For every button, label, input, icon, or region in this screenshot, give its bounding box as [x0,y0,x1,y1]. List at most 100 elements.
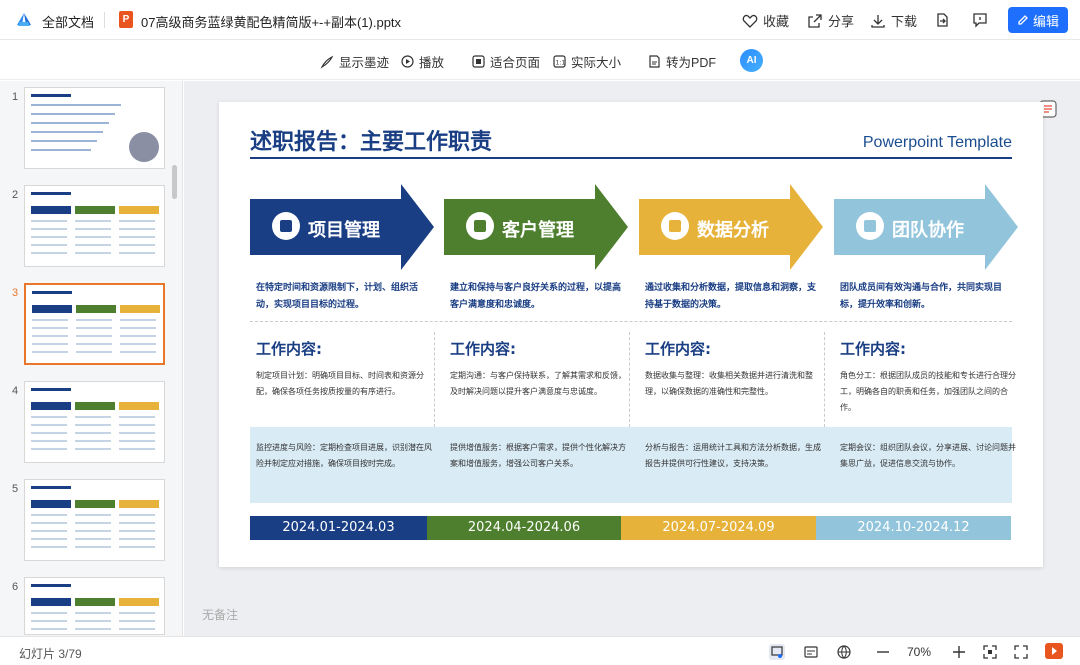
slide-thumbnail[interactable] [24,87,165,169]
work-content-text: 定期沟通：与客户保持联系，了解其需求和反馈，及时解决问题以提升客户满意度与忠诚度… [450,371,626,396]
fit-page-button[interactable]: 适合页面 [472,52,540,71]
work-content-title: 工作内容: [256,340,322,358]
column-title: 团队协作 [892,220,964,241]
cloud-icon[interactable] [14,11,34,29]
fit-window-icon[interactable] [982,644,998,660]
to-pdf-button[interactable]: 转为PDF [648,52,716,71]
share-button[interactable]: 分享 [807,11,854,30]
column-description: 在特定时间和资源限制下，计划、组织活动，实现项目目标的过程。 [256,283,419,310]
column-title: 客户管理 [502,220,574,241]
work-content-text: 角色分工：根据团队成员的技能和专长进行合理分工，明确各自的职责和任务，加强团队之… [840,371,1016,412]
date-bar: 2024.10-2024.12 [816,516,1011,540]
thumbnail-number: 1 [12,91,19,103]
fit-page-label: 适合页面 [490,56,541,70]
download-button[interactable]: 下载 [870,11,917,30]
slide-thumbnail[interactable] [24,479,165,561]
play-icon [401,55,414,68]
column-divider [824,332,825,427]
sidebar-scrollbar[interactable] [172,165,177,199]
toolbar: 显示墨迹 播放 适合页面 1:1 实际大小 转为PDF [0,40,1080,80]
calendar-icon [272,212,300,240]
play-button[interactable]: 播放 [401,52,444,71]
share-label: 分享 [828,14,855,29]
web-view-icon[interactable] [836,644,852,660]
thumbnail-number: 3 [12,287,19,299]
thumbnail-number: 4 [12,385,19,397]
fit-page-icon [472,55,485,68]
column-description: 建立和保持与客户良好关系的过程，以提高客户满意度和忠诚度。 [450,283,622,310]
fullscreen-icon[interactable] [1013,644,1029,660]
work-content-text: 数据收集与整理：收集相关数据并进行清洗和整理，以确保数据的准确性和完整性。 [645,371,813,396]
show-ink-button[interactable]: 显示墨迹 [320,52,389,71]
share-icon [808,13,822,28]
date-bar: 2024.01-2024.03 [250,516,427,540]
slide-thumbnail[interactable] [24,577,165,635]
pen-icon [320,55,334,69]
dashed-divider [250,321,1012,322]
team-icon [856,212,884,240]
show-ink-label: 显示墨迹 [339,56,390,70]
zoom-out-icon[interactable] [875,644,891,660]
band-text: 分析与报告：运用统计工具和方法分析数据，生成报告并提供可行性建议，支持决策。 [645,443,821,468]
date-bar: 2024.04-2024.06 [427,516,621,540]
notes-view-icon[interactable] [803,644,819,660]
status-bar: 幻灯片 3/79 70% [0,636,1080,665]
title-underline [250,157,1012,159]
edit-label: 编辑 [1032,13,1059,29]
thumbnail-number: 5 [12,483,19,495]
work-content-text: 制定项目计划：明确项目目标、时间表和资源分配，确保各项任务按质按量的有序进行。 [256,371,424,396]
slide-title: 述职报告：主要工作职责 [250,130,493,155]
notes-placeholder[interactable]: 无备注 [202,606,238,623]
band-text: 定期会议：组织团队会议，分享进展、讨论问题并集思广益，促进信息交流与协作。 [840,443,1016,468]
map-icon [661,212,689,240]
band-text: 监控进度与风险：定期检查项目进展，识别潜在风险并制定应对措施，确保项目按时完成。 [256,443,432,468]
actual-size-button[interactable]: 1:1 实际大小 [553,52,621,71]
slide-counter: 幻灯片 3/79 [19,647,82,661]
work-content-title: 工作内容: [840,340,906,358]
play-triangle-icon [1052,647,1057,655]
download-label: 下载 [891,14,918,29]
actual-size-icon: 1:1 [553,55,566,68]
divider [104,12,105,28]
slide-thumbnail[interactable] [24,185,165,267]
zoom-in-icon[interactable] [951,644,967,660]
top-bar: 全部文档 P 07高级商务蓝绿黄配色精简版+-+副本(1).pptx 收藏 分享… [0,0,1080,40]
slide-preview[interactable]: 述职报告：主要工作职责 Powerpoint Template 项目管理在特定时… [219,102,1043,567]
slide-subtitle: Powerpoint Template [862,134,1012,151]
edit-button[interactable]: 编辑 [1008,7,1068,33]
work-content-title: 工作内容: [645,340,711,358]
ai-assistant-button[interactable]: AI [740,49,763,72]
pencil-icon [1018,15,1028,25]
thumbnail-number: 2 [12,189,19,201]
date-bar: 2024.07-2024.09 [621,516,816,540]
heart-icon [742,14,758,28]
column-divider [629,332,630,427]
column-description: 团队成员间有效沟通与合作，共同实现目标，提升效率和创新。 [840,283,1003,310]
thumbnail-number: 6 [12,581,19,593]
band-text: 提供增值服务：根据客户需求，提供个性化解决方案和增值服务，增强公司客户关系。 [450,443,626,468]
file-name: 07高级商务蓝绿黄配色精简版+-+副本(1).pptx [141,15,402,30]
work-content-title: 工作内容: [450,340,516,358]
play-label: 播放 [419,56,445,70]
export-icon[interactable] [934,12,950,28]
actual-size-label: 实际大小 [571,56,622,70]
favorite-button[interactable]: 收藏 [742,11,789,30]
column-title: 项目管理 [308,220,380,241]
normal-view-icon[interactable] [769,644,785,660]
svg-text:1:1: 1:1 [556,60,566,67]
download-icon [871,14,885,28]
column-divider [434,332,435,427]
ppt-file-icon: P [119,11,133,28]
zoom-level: 70% [907,645,932,659]
all-docs-link[interactable]: 全部文档 [42,12,94,31]
favorite-label: 收藏 [763,14,790,29]
column-title: 数据分析 [697,220,769,241]
to-pdf-label: 转为PDF [666,56,717,70]
slideshow-play-button[interactable] [1045,643,1063,659]
comment-icon[interactable] [972,12,988,28]
slide-thumbnail[interactable] [24,283,165,365]
customer-icon [466,212,494,240]
column-description: 通过收集和分析数据，提取信息和洞察，支持基于数据的决策。 [645,283,817,310]
pdf-icon [649,55,660,68]
slide-thumbnail[interactable] [24,381,165,463]
